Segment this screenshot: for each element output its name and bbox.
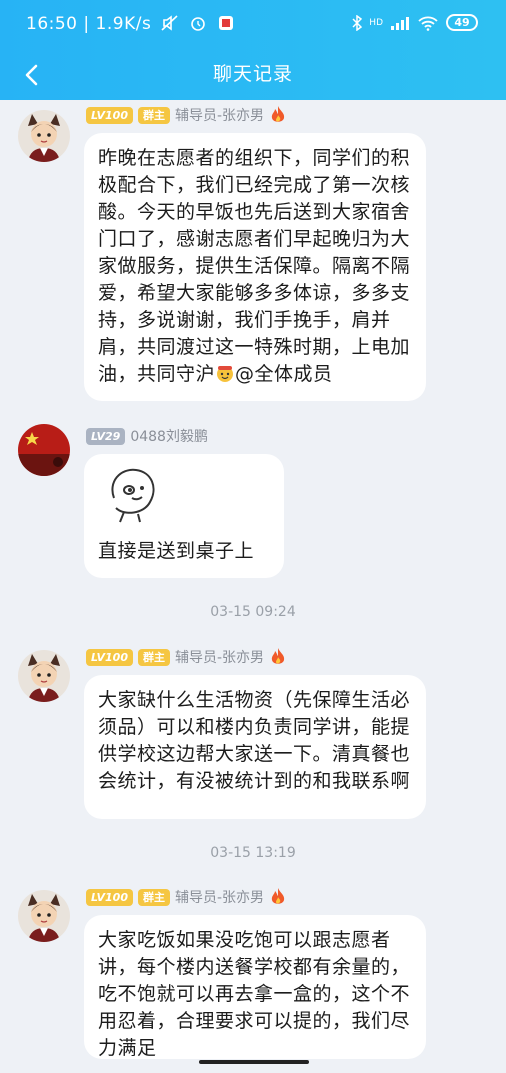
bluetooth-icon xyxy=(352,14,363,31)
message-bubble[interactable]: 昨晚在志愿者的组织下，同学们的积极配合下，我们已经完成了第一次核酸。今天的早饭也… xyxy=(84,133,426,401)
cheering-face-icon xyxy=(217,366,234,382)
level-badge: LV100 xyxy=(86,648,133,666)
sender-info: LV29 0488刘毅鹏 xyxy=(86,426,208,446)
fire-icon xyxy=(271,106,285,122)
fire-icon xyxy=(271,888,285,904)
level-badge: LV29 xyxy=(86,427,126,445)
avatar[interactable] xyxy=(18,110,70,162)
network-speed: 1.9K/s xyxy=(95,14,152,34)
network-type: HD xyxy=(369,17,383,28)
message-text: 大家吃饭如果没吃饱可以跟志愿者讲，每个楼内送餐学校都有余量的，吃不饱就可以再去拿… xyxy=(98,929,411,1059)
message-text: 昨晚在志愿者的组织下，同学们的积极配合下，我们已经完成了第一次核酸。今天的早饭也… xyxy=(98,147,411,385)
avatar[interactable] xyxy=(18,650,70,702)
message-bubble[interactable]: 大家吃饭如果没吃饱可以跟志愿者讲，每个楼内送餐学校都有余量的，吃不饱就可以再去拿… xyxy=(84,915,426,1059)
avatar[interactable] xyxy=(18,890,70,942)
role-badge: 群主 xyxy=(137,888,170,906)
wifi-icon xyxy=(418,16,438,31)
nav-bar: 聊天记录 xyxy=(0,50,506,100)
page-title: 聊天记录 xyxy=(212,63,293,85)
message-text: 直接是送到桌子上 xyxy=(98,540,255,562)
fire-icon xyxy=(271,648,285,664)
role-badge: 群主 xyxy=(137,106,170,124)
role-badge: 群主 xyxy=(137,648,170,666)
sender-info: LV100 群主 辅导员-张亦男 xyxy=(86,887,287,907)
sender-name[interactable]: 0488刘毅鹏 xyxy=(130,426,208,446)
app-notification-icon xyxy=(219,16,234,30)
message-bubble[interactable]: 直接是送到桌子上 xyxy=(84,454,284,578)
battery-indicator: 49 xyxy=(446,14,478,31)
mute-icon xyxy=(161,15,178,31)
mention-text[interactable]: @全体成员 xyxy=(235,363,333,385)
timestamp: 03-15 09:24 xyxy=(210,604,296,620)
message-text: 大家缺什么生活物资（先保障生活必须品）可以和楼内负责同学讲，能提供学校这边帮大家… xyxy=(98,689,411,792)
sender-name[interactable]: 辅导员-张亦男 xyxy=(175,647,264,667)
timestamp: 03-15 13:19 xyxy=(210,845,296,861)
sender-info: LV100 群主 辅导员-张亦男 xyxy=(86,105,287,125)
message-bubble[interactable]: 大家缺什么生活物资（先保障生活必须品）可以和楼内负责同学讲，能提供学校这边帮大家… xyxy=(84,675,426,819)
level-badge: LV100 xyxy=(86,106,133,124)
sticker-image xyxy=(111,468,155,523)
sender-name[interactable]: 辅导员-张亦男 xyxy=(175,105,264,125)
home-indicator[interactable] xyxy=(199,1060,309,1064)
status-left: 16:50 | 1.9K/s xyxy=(26,14,235,34)
signal-icon xyxy=(391,16,409,30)
level-badge: LV100 xyxy=(86,888,133,906)
sender-name[interactable]: 辅导员-张亦男 xyxy=(175,887,264,907)
alarm-icon xyxy=(191,17,205,31)
status-bar: 16:50 | 1.9K/s HD 49 xyxy=(0,0,506,50)
sender-info: LV100 群主 辅导员-张亦男 xyxy=(86,647,287,667)
status-right: HD 49 xyxy=(352,14,478,31)
top-bar: 16:50 | 1.9K/s HD 49 聊天记录 xyxy=(0,0,506,100)
status-time: 16:50 xyxy=(26,14,78,34)
avatar[interactable] xyxy=(18,424,70,476)
